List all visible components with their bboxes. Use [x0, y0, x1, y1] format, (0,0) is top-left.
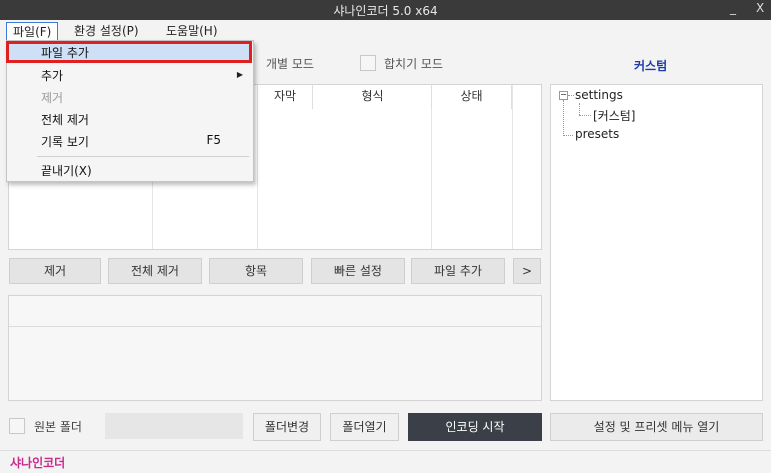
open-settings-menu-button[interactable]: 설정 및 프리셋 메뉴 열기: [550, 413, 763, 441]
tree-line: [568, 95, 574, 96]
tree-node-custom[interactable]: [커스텀]: [593, 107, 635, 124]
column-header-format[interactable]: 형식: [314, 85, 432, 109]
tree-line: [563, 135, 573, 136]
submenu-arrow-icon: ▶: [236, 70, 243, 79]
merge-mode-checkbox[interactable]: [360, 55, 376, 71]
individual-mode-label[interactable]: 개별 모드: [266, 55, 314, 72]
menu-help[interactable]: 도움말(H): [160, 22, 224, 42]
info-panel: [8, 295, 542, 401]
tree-line: [563, 100, 564, 136]
tree-node-settings[interactable]: settings: [575, 88, 623, 102]
close-button[interactable]: X: [756, 1, 764, 15]
source-folder-label: 원본 폴더: [34, 420, 82, 434]
preset-tree[interactable]: − settings [커스텀] presets: [550, 84, 763, 401]
open-folder-button[interactable]: 폴더열기: [330, 413, 399, 441]
menu-item-remove: 제거: [41, 91, 64, 105]
minimize-button[interactable]: _: [730, 1, 736, 15]
menu-settings[interactable]: 환경 설정(P): [68, 22, 145, 42]
menu-item-remove-all[interactable]: 전체 제거: [41, 111, 89, 128]
column-divider: [257, 85, 258, 249]
change-folder-button[interactable]: 폴더변경: [253, 413, 321, 441]
merge-mode-label[interactable]: 합치기 모드: [384, 55, 443, 72]
tree-line: [579, 103, 580, 115]
column-header-subtitle[interactable]: 자막: [258, 85, 313, 109]
more-button[interactable]: >: [513, 258, 541, 284]
source-folder-checkbox[interactable]: [9, 418, 25, 434]
remove-all-button[interactable]: 전체 제거: [108, 258, 202, 284]
collapse-icon[interactable]: −: [559, 91, 568, 100]
folder-path-field[interactable]: [105, 413, 243, 439]
menu-separator: [37, 156, 249, 157]
footer-divider: [0, 450, 771, 451]
add-file-button[interactable]: 파일 추가: [411, 258, 505, 284]
menu-item-exit[interactable]: 끝내기(X): [41, 162, 92, 179]
items-button[interactable]: 항목: [209, 258, 303, 284]
remove-button[interactable]: 제거: [9, 258, 101, 284]
window-title: 샤나인코더 5.0 x64: [333, 4, 438, 18]
tree-line: [579, 115, 591, 116]
menu-bar: 파일(F) 환경 설정(P) 도움말(H): [0, 20, 771, 42]
history-shortcut: F5: [206, 133, 221, 147]
info-divider: [9, 326, 541, 327]
title-bar: 샤나인코더 5.0 x64 _ X: [0, 0, 771, 20]
menu-file[interactable]: 파일(F): [6, 22, 59, 42]
menu-item-add[interactable]: 추가: [41, 67, 63, 84]
preset-header: 커스텀: [634, 59, 668, 73]
column-divider: [512, 85, 513, 249]
start-encoding-button[interactable]: 인코딩 시작: [408, 413, 542, 441]
menu-item-add-file[interactable]: 파일 추가: [41, 44, 89, 61]
file-menu-dropdown: 파일 추가 추가 ▶ 제거 전체 제거 기록 보기 F5 끝내기(X): [6, 40, 254, 182]
tree-node-presets[interactable]: presets: [575, 127, 619, 141]
brand-label: 샤나인코더: [10, 456, 66, 470]
column-header-status[interactable]: 상태: [432, 85, 512, 109]
column-divider: [431, 85, 432, 249]
menu-item-history[interactable]: 기록 보기: [41, 133, 89, 150]
quick-settings-button[interactable]: 빠른 설정: [311, 258, 405, 284]
